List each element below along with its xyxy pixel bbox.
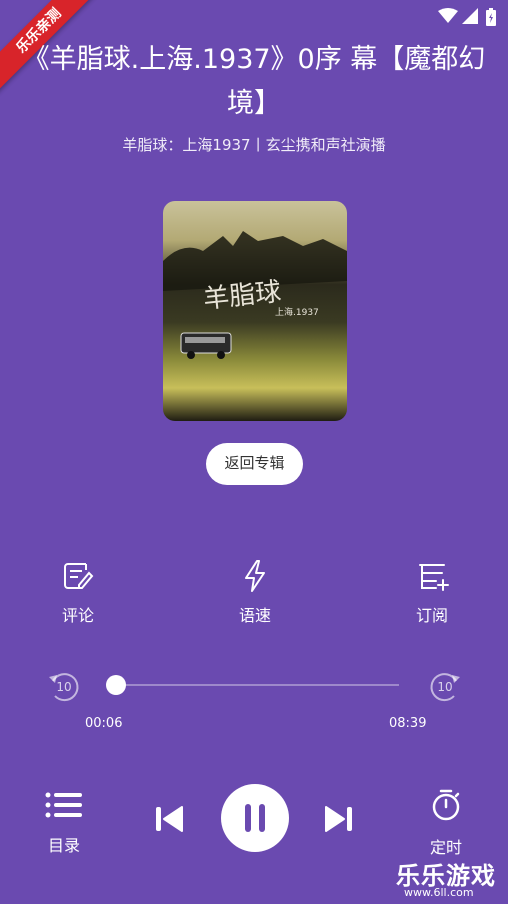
progress-thumb[interactable] bbox=[106, 675, 127, 695]
progress-track[interactable] bbox=[113, 684, 399, 686]
signal-icon bbox=[462, 8, 478, 28]
add-list-icon bbox=[387, 558, 477, 594]
timer-button[interactable]: 定时 bbox=[420, 788, 472, 858]
brand-watermark: 乐乐游戏 www.6ll.com bbox=[392, 852, 508, 904]
rewind-seconds: 10 bbox=[56, 680, 71, 694]
previous-track-button[interactable] bbox=[153, 804, 185, 834]
forward-10-button[interactable]: 10 bbox=[426, 667, 464, 705]
comment-label: 评论 bbox=[61, 606, 94, 625]
total-time: 08:39 bbox=[389, 716, 427, 731]
watermark-url: www.6ll.com bbox=[404, 886, 474, 899]
skip-previous-icon bbox=[156, 806, 183, 832]
catalog-button[interactable]: 目录 bbox=[38, 792, 90, 856]
subscribe-label: 订阅 bbox=[415, 606, 448, 625]
forward-icon: 10 bbox=[430, 673, 460, 702]
pause-icon bbox=[245, 804, 265, 832]
current-time: 00:06 bbox=[85, 716, 123, 731]
episode-title: 《羊脂球.上海.1937》0序 幕【魔都幻境】 bbox=[22, 44, 486, 119]
cover-artwork bbox=[163, 231, 347, 359]
comment-button[interactable]: 评论 bbox=[33, 558, 123, 626]
forward-seconds: 10 bbox=[437, 680, 452, 694]
next-track-button[interactable] bbox=[323, 804, 355, 834]
skip-next-icon bbox=[325, 806, 352, 832]
stopwatch-icon bbox=[420, 788, 472, 826]
album-cover-image: 羊脂球 上海.1937 bbox=[163, 201, 347, 421]
pause-button[interactable] bbox=[221, 784, 289, 852]
rewind-icon: 10 bbox=[49, 673, 79, 702]
wifi-icon bbox=[438, 8, 458, 28]
rewind-10-button[interactable]: 10 bbox=[45, 667, 83, 705]
speed-button[interactable]: 语速 bbox=[210, 558, 300, 626]
back-to-album-button[interactable]: 返回专辑 bbox=[206, 443, 303, 485]
battery-icon bbox=[486, 8, 496, 30]
list-icon bbox=[38, 792, 90, 822]
catalog-label: 目录 bbox=[47, 836, 80, 855]
cover-sub-text: 上海.1937 bbox=[275, 308, 319, 318]
speed-label: 语速 bbox=[238, 606, 271, 625]
lightning-icon bbox=[210, 558, 300, 594]
comment-icon bbox=[33, 558, 123, 594]
subscribe-button[interactable]: 订阅 bbox=[387, 558, 477, 626]
album-info: 羊脂球：上海1937丨玄尘携和声社演播 bbox=[122, 136, 386, 154]
